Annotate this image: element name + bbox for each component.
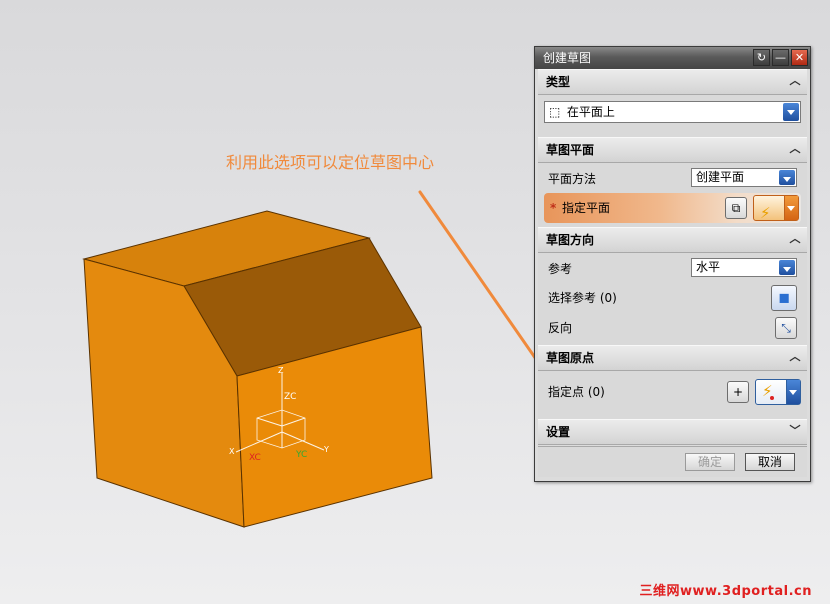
section-type: 类型 ︿ ⬚ 在平面上 (538, 69, 807, 137)
chevron-down-icon[interactable]: ﹀ (788, 424, 802, 438)
reverse-direction-button[interactable]: ⤡ (775, 317, 797, 339)
reference-value: 水平 (696, 260, 721, 274)
cube-icon: ◼ (778, 290, 790, 306)
watermark: 三维网www.3dportal.cn (639, 584, 812, 599)
chevron-down-icon[interactable] (779, 170, 795, 185)
point-dot-icon (770, 396, 774, 400)
section-orientation: 草图方向 ︿ 参考 水平 选择参考 (0) ◼ 反向 ⤡ (538, 227, 807, 345)
chevron-up-icon[interactable]: ︿ (788, 350, 802, 364)
cancel-button[interactable]: 取消 (745, 453, 795, 471)
plane-method-dropdown[interactable]: 创建平面 (691, 168, 797, 187)
section-type-header[interactable]: 类型 ︿ (538, 69, 807, 95)
section-origin-header[interactable]: 草图原点 ︿ (538, 345, 807, 371)
section-plane: 草图平面 ︿ 平面方法 创建平面 * 指定平面 ⧉ ⚡ (538, 137, 807, 227)
lightning-icon: ⚡ (760, 204, 771, 222)
reverse-arrows-icon: ⤡ (781, 321, 791, 335)
chevron-down-icon[interactable] (779, 260, 795, 275)
axis-label-yc: YC (296, 450, 308, 460)
chevron-up-icon[interactable]: ︿ (788, 74, 802, 88)
axis-label-xc: XC (249, 453, 261, 463)
section-origin-title: 草图原点 (546, 351, 595, 365)
close-icon[interactable]: ✕ (791, 49, 808, 66)
section-orientation-title: 草图方向 (546, 233, 595, 247)
section-origin: 草图原点 ︿ 指定点 (0) + ⚡ (538, 345, 807, 419)
annotation-text: 利用此选项可以定位草图中心 (226, 153, 435, 172)
chevron-down-icon[interactable] (784, 196, 798, 220)
chevron-up-icon[interactable]: ︿ (788, 142, 802, 156)
specify-plane-row[interactable]: * 指定平面 ⧉ ⚡ (544, 193, 801, 223)
section-settings-title: 设置 (546, 425, 571, 439)
plane-method-value: 创建平面 (696, 170, 745, 184)
reference-label: 参考 (548, 262, 573, 276)
axis-label-x: X (229, 447, 235, 456)
ok-button[interactable]: 确定 (685, 453, 735, 471)
plane-dialog-icon[interactable]: ⧉ (725, 197, 747, 219)
select-reference-button[interactable]: ◼ (771, 285, 797, 311)
specify-plane-label: 指定平面 (562, 201, 611, 215)
section-type-title: 类型 (546, 75, 571, 89)
minimize-icon[interactable]: — (772, 49, 789, 66)
required-mark: * (550, 201, 557, 215)
type-dropdown-value: 在平面上 (566, 105, 615, 119)
plane-selector-button[interactable]: ⚡ (753, 195, 799, 222)
chevron-down-icon[interactable] (786, 380, 800, 404)
axis-label-zc: ZC (284, 392, 297, 402)
point-selector-button[interactable]: ⚡ (755, 379, 801, 405)
reference-dropdown[interactable]: 水平 (691, 258, 797, 277)
section-settings: 设置 ﹀ (538, 419, 807, 445)
reverse-label: 反向 (548, 321, 573, 335)
select-reference-label: 选择参考 (0) (548, 291, 617, 305)
section-plane-title: 草图平面 (546, 143, 595, 157)
dialog-title: 创建草图 (543, 51, 592, 65)
section-settings-header[interactable]: 设置 ﹀ (538, 419, 807, 445)
on-plane-icon: ⬚ (549, 105, 561, 119)
section-orientation-header[interactable]: 草图方向 ︿ (538, 227, 807, 253)
plane-method-label: 平面方法 (548, 172, 597, 186)
dialog-titlebar[interactable]: 创建草图 ↻ — ✕ (535, 47, 810, 69)
dialog-footer: 确定 取消 (538, 446, 807, 477)
create-sketch-dialog: 创建草图 ↻ — ✕ 类型 ︿ ⬚ 在平面上 草图平面 ︿ 平面方法 创建平面 … (534, 46, 811, 482)
point-dialog-icon[interactable]: + (727, 381, 749, 403)
axis-label-z: Z (278, 366, 284, 375)
chevron-up-icon[interactable]: ︿ (788, 232, 802, 246)
specify-point-label: 指定点 (0) (548, 385, 605, 399)
reset-icon[interactable]: ↻ (753, 49, 770, 66)
axis-label-y: Y (324, 445, 329, 454)
type-dropdown[interactable]: ⬚ 在平面上 (544, 101, 801, 123)
section-plane-header[interactable]: 草图平面 ︿ (538, 137, 807, 163)
chevron-down-icon[interactable] (783, 103, 799, 121)
